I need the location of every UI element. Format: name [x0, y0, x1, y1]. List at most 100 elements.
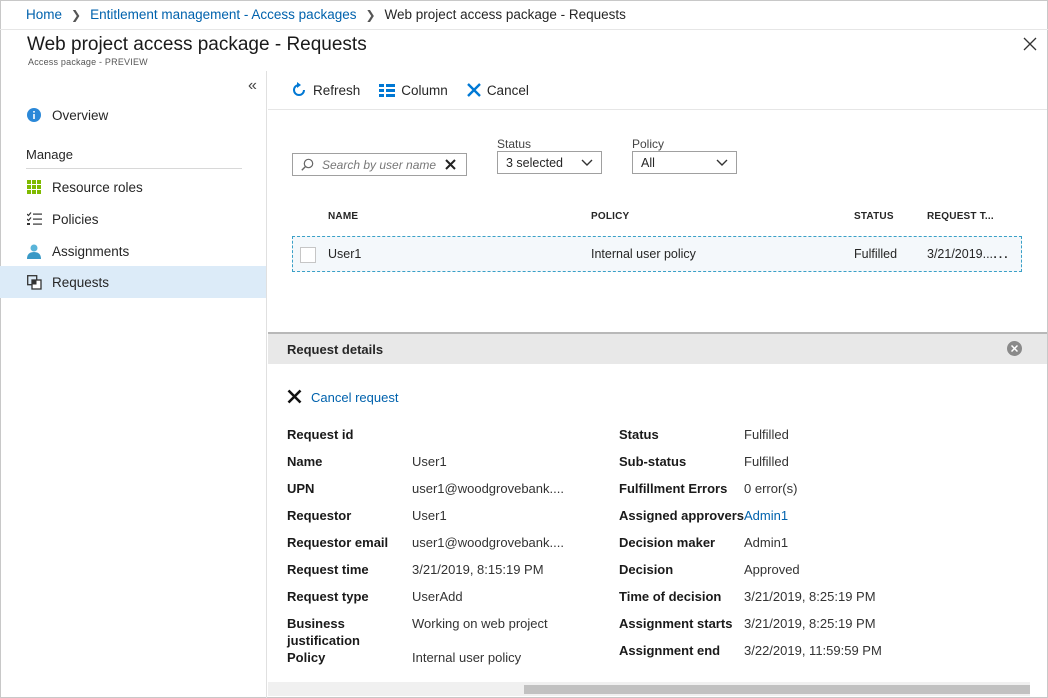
- detail-value-assignment-starts: 3/21/2019, 8:25:19 PM: [744, 616, 876, 631]
- detail-label-request-time: Request time: [287, 562, 369, 577]
- chevron-down-icon: [716, 159, 728, 166]
- detail-value-assignment-end: 3/22/2019, 11:59:59 PM: [744, 643, 882, 658]
- columns-icon: [379, 83, 396, 97]
- cancel-icon: [466, 83, 481, 97]
- chevron-right-icon: ❯: [71, 7, 82, 22]
- chevron-right-icon: ❯: [365, 7, 376, 22]
- sidebar-item-policies[interactable]: Policies: [0, 203, 266, 235]
- sidebar-item-label: Overview: [52, 107, 109, 123]
- sidebar-item-requests[interactable]: Requests: [0, 266, 266, 298]
- scrollbar-thumb[interactable]: [524, 685, 1030, 694]
- detail-label-upn: UPN: [287, 481, 315, 496]
- column-header-policy[interactable]: POLICY: [591, 211, 629, 222]
- sidebar-item-label: Policies: [52, 211, 99, 227]
- breadcrumb-access-packages-link[interactable]: Entitlement management - Access packages: [90, 7, 356, 22]
- column-header-request-time[interactable]: REQUEST T...: [927, 211, 994, 222]
- detail-value-request-time: 3/21/2019, 8:15:19 PM: [412, 562, 544, 577]
- cancel-request-label: Cancel request: [311, 390, 399, 405]
- row-status: Fulfilled: [854, 247, 898, 261]
- request-details-header: Request details: [268, 332, 1047, 364]
- sidebar-item-label: Assignments: [52, 243, 130, 259]
- row-policy: Internal user policy: [591, 247, 696, 261]
- detail-label-assignment-starts: Assignment starts: [619, 616, 733, 631]
- policy-filter-label: Policy: [632, 137, 665, 151]
- sidebar-item-assignments[interactable]: Assignments: [0, 235, 266, 267]
- detail-label-status: Status: [619, 427, 659, 442]
- detail-value-status: Fulfilled: [744, 427, 789, 442]
- status-filter-label: Status: [497, 137, 532, 151]
- close-icon[interactable]: [1020, 34, 1040, 54]
- cancel-request-button[interactable]: Cancel request: [287, 387, 398, 405]
- close-details-icon[interactable]: [1007, 341, 1022, 356]
- detail-value-request-type: UserAdd: [412, 589, 463, 604]
- column-header-name[interactable]: NAME: [328, 211, 358, 222]
- horizontal-scrollbar[interactable]: [268, 682, 1030, 696]
- row-checkbox[interactable]: [300, 247, 316, 263]
- detail-label-decision-maker: Decision maker: [619, 535, 716, 550]
- column-header-status[interactable]: STATUS: [854, 211, 894, 222]
- cancel-button[interactable]: Cancel: [466, 82, 529, 98]
- requests-icon: [26, 274, 42, 290]
- detail-value-decision-maker: Admin1: [744, 535, 789, 550]
- column-button[interactable]: Column: [379, 83, 448, 98]
- search-box: [292, 153, 467, 176]
- cancel-icon: [287, 389, 302, 403]
- checklist-icon: [26, 211, 42, 227]
- detail-label-sub-status: Sub-status: [619, 454, 687, 469]
- detail-value-sub-status: Fulfilled: [744, 454, 789, 469]
- detail-value-name: User1: [412, 454, 447, 469]
- detail-label-policy: Policy: [287, 650, 326, 665]
- sidebar-item-overview[interactable]: Overview: [0, 99, 266, 131]
- refresh-icon: [293, 82, 305, 96]
- info-icon: [26, 107, 42, 123]
- detail-label-request-id: Request id: [287, 427, 354, 442]
- refresh-label: Refresh: [313, 82, 361, 98]
- sidebar-section-manage: Manage: [26, 147, 73, 162]
- status-filter-value: 3 selected: [506, 155, 563, 170]
- grid-icon: [26, 179, 42, 195]
- detail-value-requestor: User1: [412, 508, 447, 523]
- search-icon: [301, 158, 314, 171]
- page-title: Web project access package - Requests: [27, 34, 367, 55]
- detail-value-requestor-email: user1@woodgrovebank....: [412, 535, 564, 550]
- detail-label-fulfillment-errors: Fulfillment Errors: [619, 481, 728, 496]
- detail-value-decision: Approved: [744, 562, 800, 577]
- table-row[interactable]: User1 Internal user policy Fulfilled 3/2…: [292, 236, 1022, 272]
- detail-value-business-justification: Working on web project: [412, 616, 548, 631]
- page-subtitle: Access package - PREVIEW: [28, 57, 148, 67]
- breadcrumb: Home ❯ Entitlement management - Access p…: [0, 0, 1048, 30]
- divider: [26, 168, 242, 169]
- detail-value-policy: Internal user policy: [412, 650, 522, 665]
- row-name: User1: [328, 247, 362, 261]
- sidebar-item-resource-roles[interactable]: Resource roles: [0, 171, 266, 203]
- cancel-label: Cancel: [486, 82, 529, 98]
- detail-value-upn: user1@woodgrovebank....: [412, 481, 564, 496]
- detail-label-assignment-end: Assignment end: [619, 643, 721, 658]
- sidebar-item-label: Requests: [52, 274, 110, 290]
- clear-search-icon[interactable]: [445, 158, 456, 173]
- detail-value-assigned-approvers-link[interactable]: Admin1: [744, 507, 788, 524]
- policy-filter-value: All: [641, 155, 655, 170]
- detail-label-name: Name: [287, 454, 323, 469]
- request-details-title: Request details: [287, 341, 384, 357]
- breadcrumb-current: Web project access package - Requests: [384, 7, 626, 22]
- row-request-time: 3/21/2019...: [927, 247, 994, 261]
- detail-label-decision: Decision: [619, 562, 674, 577]
- chevron-down-icon: [581, 159, 593, 166]
- status-filter-select[interactable]: 3 selected: [497, 151, 602, 174]
- toolbar: Refresh Column Cancel: [268, 71, 1047, 110]
- detail-label-time-of-decision: Time of decision: [619, 589, 722, 604]
- detail-value-time-of-decision: 3/21/2019, 8:25:19 PM: [744, 589, 876, 604]
- detail-label-requestor-email: Requestor email: [287, 535, 389, 550]
- detail-label-request-type: Request type: [287, 589, 369, 604]
- sidebar: « Overview Manage Resource roles Policie…: [0, 71, 267, 698]
- search-input[interactable]: [322, 157, 450, 172]
- policy-filter-select[interactable]: All: [632, 151, 737, 174]
- refresh-button[interactable]: Refresh: [291, 82, 360, 98]
- detail-label-assigned-approvers: Assigned approvers: [619, 508, 744, 523]
- sidebar-item-label: Resource roles: [52, 179, 143, 195]
- user-icon: [26, 243, 42, 259]
- collapse-sidebar-icon[interactable]: «: [248, 77, 257, 95]
- breadcrumb-home-link[interactable]: Home: [26, 7, 62, 22]
- more-options-icon[interactable]: …: [992, 243, 1010, 263]
